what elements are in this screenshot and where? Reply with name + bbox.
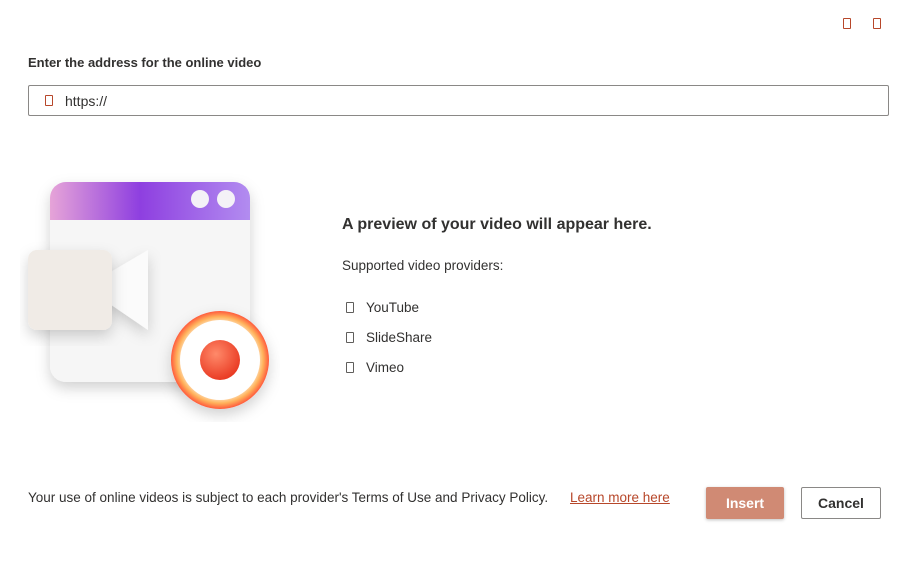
youtube-icon <box>346 301 354 313</box>
vimeo-icon <box>346 361 354 373</box>
terms-text: Your use of online videos is subject to … <box>28 490 549 505</box>
slideshare-icon <box>346 331 354 343</box>
url-field-label: Enter the address for the online video <box>28 55 262 70</box>
close-icon[interactable] <box>873 18 881 29</box>
url-input[interactable] <box>65 92 845 109</box>
provider-label: Vimeo <box>366 359 405 375</box>
provider-item-vimeo: Vimeo <box>346 352 432 382</box>
provider-label: YouTube <box>366 299 420 315</box>
provider-item-youtube: YouTube <box>346 292 432 322</box>
link-icon <box>45 95 53 106</box>
provider-list: YouTube SlideShare Vimeo <box>346 292 432 382</box>
maximize-icon[interactable] <box>843 18 851 29</box>
preview-title: A preview of your video will appear here… <box>342 216 652 233</box>
video-placeholder-illustration <box>28 182 269 409</box>
learn-more-link[interactable]: Learn more here <box>570 490 670 505</box>
provider-item-slideshare: SlideShare <box>346 322 432 352</box>
window-controls <box>841 18 883 29</box>
url-input-container[interactable] <box>28 85 889 116</box>
cancel-button[interactable]: Cancel <box>801 487 881 519</box>
insert-button[interactable]: Insert <box>706 487 784 519</box>
provider-label: SlideShare <box>366 329 433 345</box>
providers-label: Supported video providers: <box>342 258 504 273</box>
